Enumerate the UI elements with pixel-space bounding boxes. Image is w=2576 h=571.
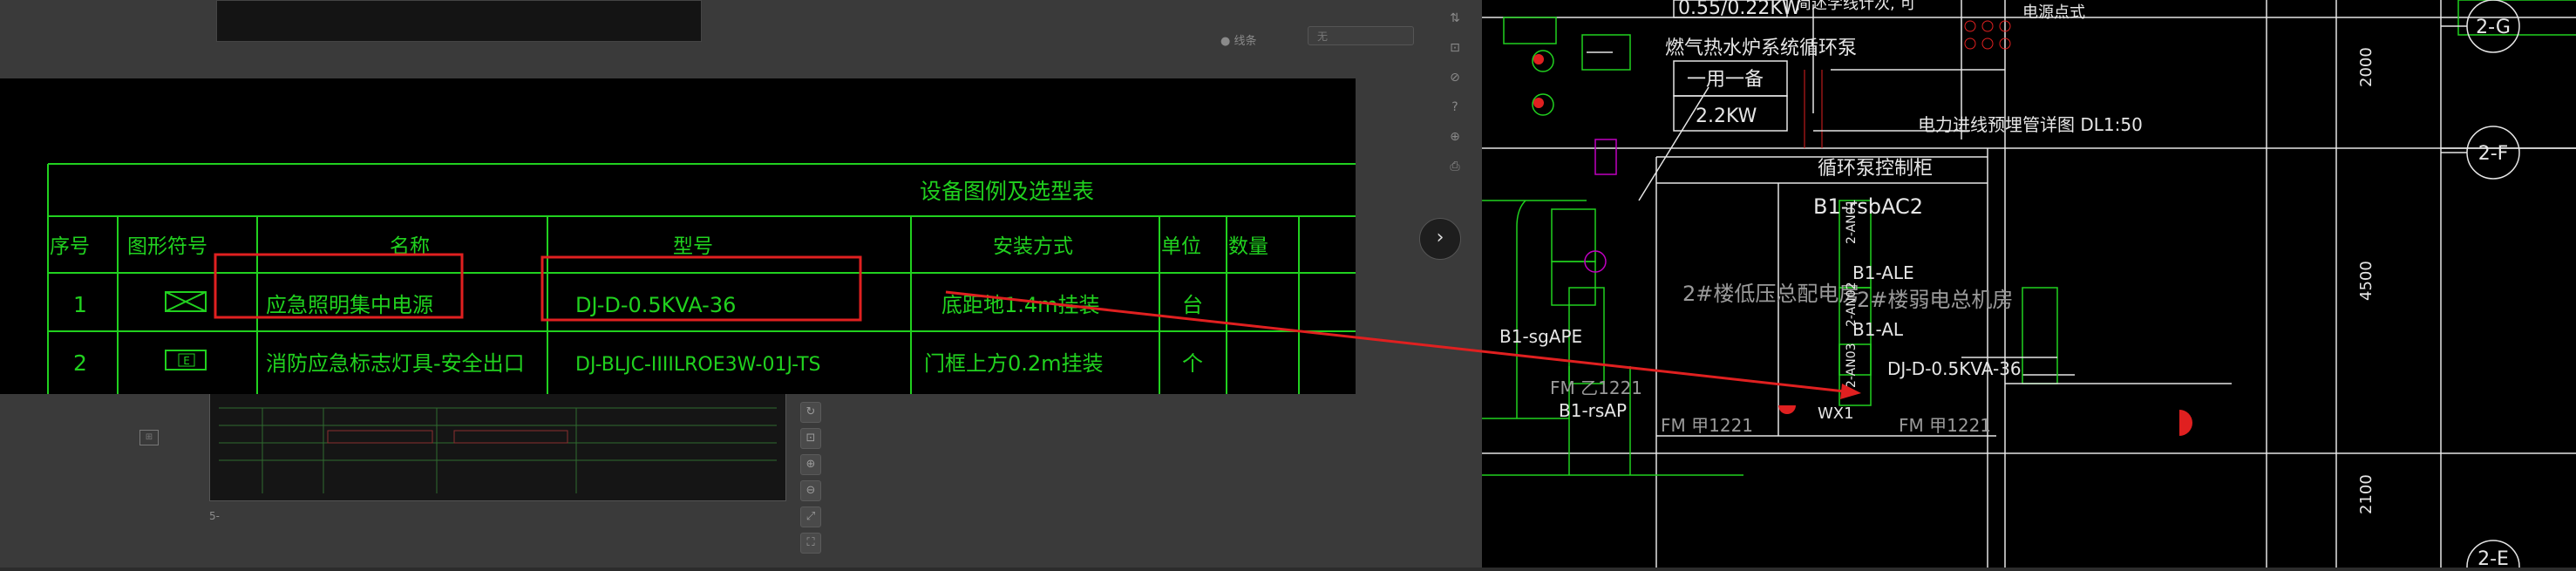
pointer-arrow xyxy=(945,290,1853,394)
arrow-head xyxy=(1840,384,1861,399)
pointer-arrow-layer xyxy=(945,290,1861,399)
